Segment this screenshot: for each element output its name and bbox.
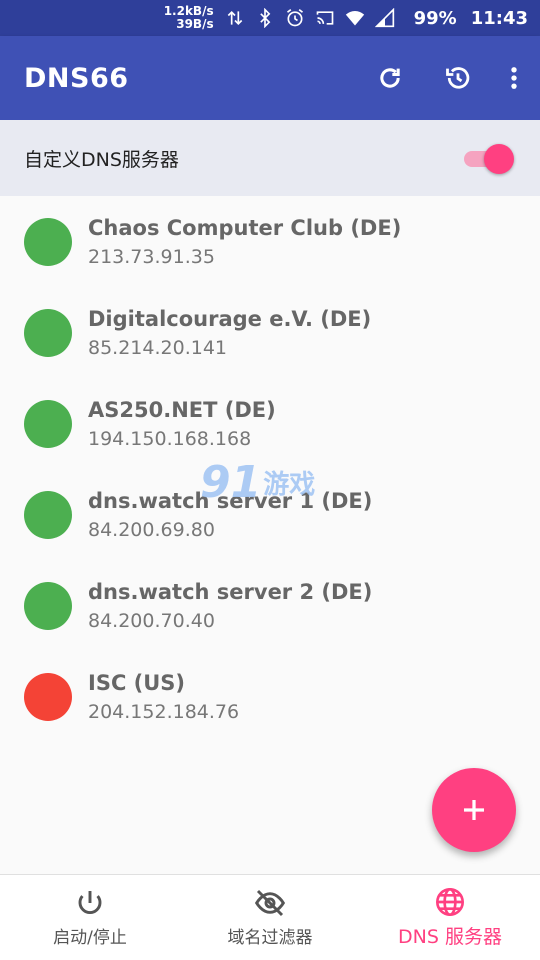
history-button[interactable] xyxy=(430,50,486,106)
server-status-dot xyxy=(24,672,72,721)
watermark-logo: 91 游戏 xyxy=(200,452,340,512)
server-name: ISC (US) xyxy=(88,670,186,695)
app-bar: DNS66 xyxy=(0,36,540,120)
server-name: Digitalcourage e.V. (DE) xyxy=(88,306,372,331)
history-icon xyxy=(446,67,470,89)
power-icon xyxy=(78,891,102,915)
watermark-text: 游戏 xyxy=(263,469,316,500)
speed-down-text: 39B/s xyxy=(176,17,214,31)
server-name: Chaos Computer Club (DE) xyxy=(88,215,402,240)
server-item[interactable]: Chaos Computer Club (DE) 213.73.91.35 xyxy=(0,196,540,287)
refresh-button[interactable] xyxy=(362,50,418,106)
nav-dns-servers[interactable]: DNS 服务器 xyxy=(360,875,540,960)
more-vert-icon xyxy=(511,67,517,89)
wifi-icon xyxy=(344,7,366,29)
server-item[interactable]: ISC (US) 204.152.184.76 xyxy=(0,651,540,742)
server-item[interactable]: Digitalcourage e.V. (DE) 85.214.20.141 xyxy=(0,287,540,378)
server-address: 84.200.69.80 xyxy=(88,518,215,541)
custom-dns-label: 自定义DNS服务器 xyxy=(24,148,179,171)
server-status-dot xyxy=(24,308,72,357)
server-status-dot xyxy=(24,217,72,266)
nav-start-stop[interactable]: 启动/停止 xyxy=(0,875,180,960)
server-name: AS250.NET (DE) xyxy=(88,397,276,422)
app-title: DNS66 xyxy=(24,62,129,94)
nav-label: 启动/停止 xyxy=(53,928,127,948)
status-bar: 1.2kB/s 39B/s 99% 11:43 xyxy=(0,0,540,36)
watermark-number: 91 xyxy=(200,456,262,508)
server-address: 213.73.91.35 xyxy=(88,245,215,268)
add-icon xyxy=(464,800,484,820)
server-address: 84.200.70.40 xyxy=(88,609,215,632)
refresh-icon xyxy=(380,68,400,88)
server-name: dns.watch server 2 (DE) xyxy=(88,579,373,604)
network-speed: 1.2kB/s 39B/s xyxy=(164,5,214,31)
server-address: 85.214.20.141 xyxy=(88,336,228,359)
cast-icon xyxy=(314,7,336,29)
bottom-navigation: 启动/停止 域名过滤器 DNS 服务器 xyxy=(0,874,540,960)
switch-thumb xyxy=(484,144,514,174)
server-item[interactable]: dns.watch server 2 (DE) 84.200.70.40 xyxy=(0,560,540,651)
add-server-button[interactable] xyxy=(432,768,516,852)
screen: 1.2kB/s 39B/s 99% 11:43 DNS66 自定义DNS服务器 … xyxy=(0,0,540,960)
server-address: 204.152.184.76 xyxy=(88,700,240,723)
bluetooth-icon xyxy=(254,7,276,29)
custom-dns-row: 自定义DNS服务器 xyxy=(0,120,540,196)
globe-icon xyxy=(436,888,464,916)
signal-icon xyxy=(374,7,396,29)
nav-label: 域名过滤器 xyxy=(227,928,313,948)
nav-domain-filter[interactable]: 域名过滤器 xyxy=(180,875,360,960)
data-arrows-icon xyxy=(224,7,246,29)
custom-dns-switch[interactable] xyxy=(464,142,514,174)
server-address: 194.150.168.168 xyxy=(88,427,252,450)
server-status-dot xyxy=(24,399,72,448)
server-status-dot xyxy=(24,581,72,630)
clock: 11:43 xyxy=(470,7,528,29)
nav-label: DNS 服务器 xyxy=(398,926,502,948)
eye-off-icon xyxy=(254,889,286,917)
alarm-icon xyxy=(284,7,306,29)
battery-level: 99% xyxy=(413,7,457,29)
server-status-dot xyxy=(24,490,72,539)
more-options-button[interactable] xyxy=(494,50,534,106)
